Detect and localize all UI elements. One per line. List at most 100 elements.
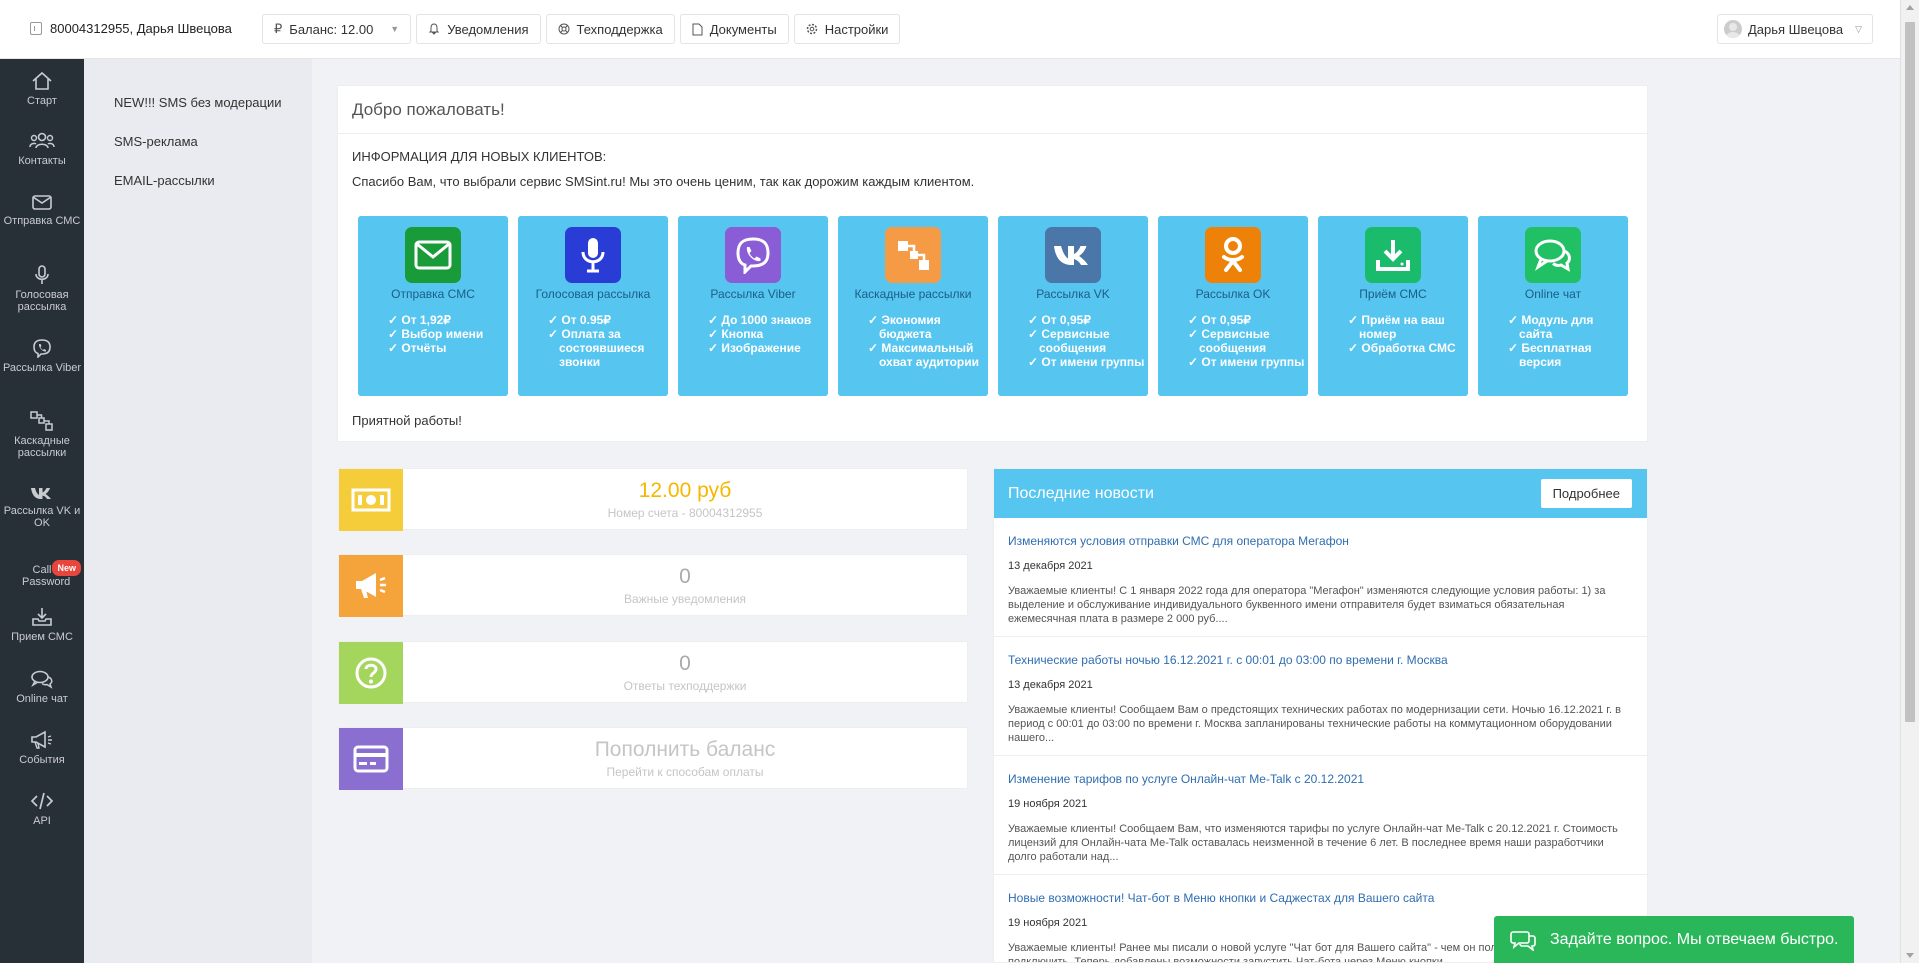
megaphone-icon [339,555,403,617]
tile-point: От 0.95₽ [548,313,668,327]
tile-voice[interactable]: Голосовая рассылка От 0.95₽ Оплата за со… [518,216,668,396]
support-card[interactable]: 0 Ответы техподдержки [338,641,968,704]
tile-receive-sms[interactable]: Приём СМС Приём на ваш номер Обработка С… [1318,216,1468,396]
card-icon [339,728,403,790]
news-item-text: Уважаемые клиенты! Сообщаем Вам о предст… [1008,704,1621,744]
tile-vk[interactable]: Рассылка VK От 0,95₽ Сервисные сообщения… [998,216,1148,396]
viber-icon [725,227,781,283]
documents-label: Документы [709,21,777,37]
chevron-down-icon: ▽ [1855,23,1862,34]
sidebar-item-online-chat[interactable]: Online чат [0,669,84,705]
news-item-link[interactable]: Технические работы ночью 16.12.2021 г. с… [1008,653,1633,667]
scroll-down-icon[interactable] [1906,953,1914,958]
tile-points: От 0,95₽ Сервисные сообщения От имени гр… [1188,313,1308,369]
tile-online-chat[interactable]: Online чат Модуль для сайта Бесплатная в… [1478,216,1628,396]
sidebar-item-cascade[interactable]: Каскадные рассылки [0,411,84,459]
sidebar-item-api[interactable]: API [0,791,84,827]
top-bar: 80004312955, Дарья Швецова ₽ Баланс: 12.… [0,0,1900,59]
tile-cascade[interactable]: Каскадные рассылки Экономия бюджета Макс… [838,216,988,396]
scrollbar[interactable] [1900,0,1919,963]
mail-icon [405,227,461,283]
sidebar-item-receive-sms[interactable]: Прием СМС [0,607,84,643]
settings-label: Настройки [824,21,889,37]
cascade-icon [885,227,941,283]
balance-card[interactable]: 12.00 руб Номер счета - 80004312955 [338,468,968,531]
sidebar-item-contacts[interactable]: Контакты [0,131,84,167]
question-icon [339,642,403,704]
code-icon [30,792,54,810]
mail-icon [32,195,52,210]
submenu-item-sms-no-moderation[interactable]: NEW!!! SMS без модерации [114,95,282,110]
tile-send-sms[interactable]: Отправка СМС От 1,92₽ Выбор имени Отчёты [358,216,508,396]
balance-label: Баланс: 12.00 [289,21,374,37]
tile-points: До 1000 знаков Кнопка Изображение [708,313,828,355]
news-more-button[interactable]: Подробнее [1540,479,1632,508]
news-item: Технические работы ночью 16.12.2021 г. с… [994,637,1647,756]
scroll-up-icon[interactable] [1906,5,1914,10]
notifications-card[interactable]: 0 Важные уведомления [338,554,968,617]
submenu-item-email[interactable]: EMAIL-рассылки [114,173,215,188]
tile-point: Сервисные сообщения [1028,327,1148,355]
home-icon [32,71,52,90]
tile-ok[interactable]: Рассылка OK От 0,95₽ Сервисные сообщения… [1158,216,1308,396]
support-button[interactable]: Техподдержка [545,14,675,44]
tile-point: Приём на ваш номер [1348,313,1468,341]
settings-button[interactable]: Настройки [793,14,901,44]
scrollbar-thumb[interactable] [1905,22,1915,722]
topup-title: Пополнить баланс [594,738,776,761]
tile-point: От имени группы [1188,355,1308,369]
tile-point: Кнопка [708,327,828,341]
tile-viber[interactable]: Рассылка Viber До 1000 знаков Кнопка Изо… [678,216,828,396]
account-info[interactable]: 80004312955, Дарья Швецова [30,21,232,36]
news-item-date: 13 декабря 2021 [1008,679,1093,691]
megaphone-icon [31,730,52,749]
tile-point: Отчёты [388,341,508,355]
document-icon [692,23,703,35]
vk-icon [31,488,51,499]
notifications-label: Уведомления [447,21,529,37]
news-item-link[interactable]: Новые возможности! Чат-бот в Меню кнопки… [1008,891,1633,905]
tile-title: Каскадные рассылки [854,287,972,301]
inbox-icon [32,608,52,626]
tile-point: От 0,95₽ [1028,313,1148,327]
sidebar-item-vk-ok[interactable]: Рассылка VK и OK [0,485,84,529]
user-menu[interactable]: Дарья Швецова ▽ [1716,14,1873,44]
tile-point: Изображение [708,341,828,355]
tile-point: Сервисные сообщения [1188,327,1308,355]
notifications-button[interactable]: Уведомления [416,14,541,44]
viber-icon [33,339,51,358]
news-title: Последние новости [1008,485,1154,502]
sidebar-item-viber[interactable]: Рассылка Viber [0,338,84,374]
sidebar-item-label: События [19,754,65,766]
tile-point: Модуль для сайта [1508,313,1628,341]
topup-card[interactable]: Пополнить баланс Перейти к способам опла… [338,727,968,790]
documents-button[interactable]: Документы [679,14,789,44]
support-count: 0 [679,652,691,675]
sidebar-item-start[interactable]: Старт [0,71,84,107]
news-item-link[interactable]: Изменение тарифов по услуге Онлайн-чат M… [1008,772,1633,786]
tile-points: Экономия бюджета Максимальный охват ауди… [868,313,988,369]
balance-button[interactable]: ₽ Баланс: 12.00 ▼ [262,14,412,44]
service-tiles: Отправка СМС От 1,92₽ Выбор имени Отчёты… [358,216,1628,396]
tile-point: Обработка СМС [1348,341,1468,355]
news-item-link[interactable]: Изменяются условия отправки СМС для опер… [1008,534,1633,548]
sidebar-item-label: API [33,815,51,827]
sidebar-item-send-sms[interactable]: Отправка СМС [0,193,84,227]
tile-point: Экономия бюджета [868,313,988,341]
tile-points: Приём на ваш номер Обработка СМС [1348,313,1468,355]
sidebar-item-label: Отправка СМС [3,215,81,227]
chevron-down-icon: ▼ [390,24,400,34]
sidebar-item-events[interactable]: События [0,730,84,766]
sidebar-item-call-password[interactable]: New Call Password [0,560,84,588]
sidebar-item-label: Online чат [16,693,68,705]
tile-title: Голосовая рассылка [535,287,651,301]
sidebar-item-voice[interactable]: Голосовая рассылка [0,265,84,313]
ok-icon [1205,227,1261,283]
sidebar-item-label: Каскадные рассылки [14,435,70,459]
welcome-thanks: Спасибо Вам, что выбрали сервис SMSint.r… [352,174,975,189]
news-header: Последние новости Подробнее [994,469,1647,518]
mic-icon [565,227,621,283]
submenu-item-sms-ads[interactable]: SMS-реклама [114,134,198,149]
chat-widget[interactable]: Задайте вопрос. Мы отвечаем быстро. [1494,916,1854,963]
ruble-icon: ₽ [274,21,283,36]
